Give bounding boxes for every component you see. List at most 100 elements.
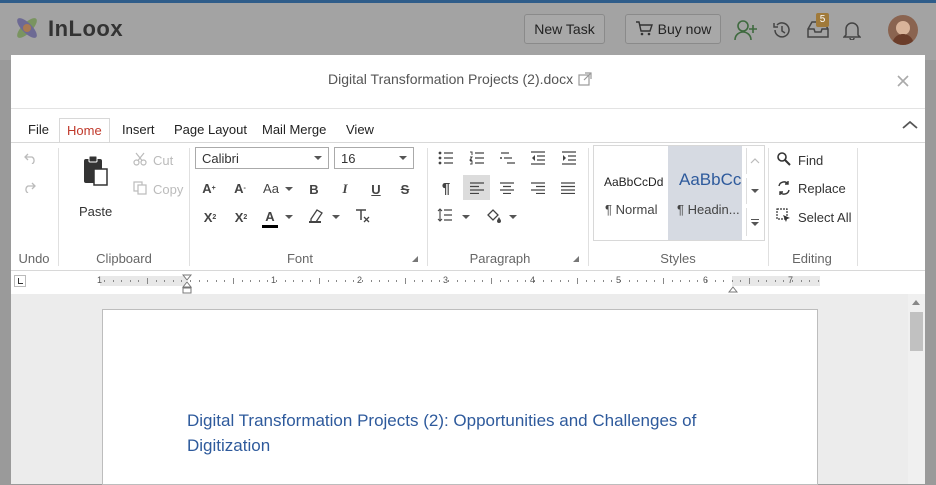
paragraph-dialog-launcher-icon[interactable] (573, 256, 579, 262)
ruler-tick (465, 280, 467, 282)
decrease-indent-icon[interactable] (530, 151, 546, 170)
cut-icon[interactable] (133, 152, 147, 171)
tab-mail-merge[interactable]: Mail Merge (256, 118, 332, 142)
collapse-ribbon-icon[interactable] (901, 118, 919, 136)
line-spacing-icon[interactable] (437, 208, 453, 227)
underline-icon[interactable]: U (369, 181, 383, 197)
tab-insert[interactable]: Insert (116, 118, 161, 142)
chevron-down-icon[interactable] (509, 215, 517, 219)
document-page[interactable] (102, 309, 818, 485)
style-normal-preview: AaBbCcDd (604, 175, 664, 189)
tab-page-layout[interactable]: Page Layout (168, 118, 253, 142)
scrollbar-thumb[interactable] (910, 312, 923, 351)
styles-more[interactable] (746, 208, 763, 236)
pilcrow-icon[interactable]: ¶ (438, 180, 454, 197)
style-heading-name: ¶ Headin... (677, 202, 740, 217)
cut-label[interactable]: Cut (153, 153, 173, 168)
select-all-icon[interactable] (776, 208, 792, 229)
buy-now-label: Buy now (657, 21, 712, 37)
new-task-button[interactable]: New Task (524, 14, 605, 44)
replace-icon[interactable] (776, 180, 792, 201)
highlight-icon[interactable] (308, 208, 326, 229)
open-external-icon[interactable] (577, 71, 593, 92)
group-separator (189, 148, 190, 266)
ruler-tick (362, 280, 363, 282)
tab-file[interactable]: File (22, 118, 55, 142)
chevron-down-icon[interactable] (285, 215, 293, 219)
justify-icon[interactable] (561, 181, 575, 199)
history-icon[interactable] (772, 20, 792, 45)
scroll-up-arrow-icon[interactable] (912, 300, 920, 305)
grow-font-icon[interactable]: A + (200, 180, 218, 196)
group-separator (588, 148, 589, 266)
change-case-icon[interactable]: Aa (261, 180, 281, 196)
ruler-tick (396, 280, 398, 282)
bell-icon[interactable] (842, 20, 862, 45)
ruler-tick (542, 280, 544, 282)
styles-scroll-up[interactable] (746, 148, 763, 174)
italic-icon[interactable]: I (338, 181, 352, 197)
ruler-tick (233, 278, 234, 284)
ruler-tick (800, 280, 802, 282)
ruler-tick (276, 280, 277, 282)
buy-now-button[interactable]: Buy now (625, 14, 721, 44)
close-icon[interactable] (896, 74, 910, 93)
add-user-icon[interactable] (734, 19, 758, 46)
ruler-tick (344, 280, 346, 282)
ruler-tick (155, 280, 157, 282)
strikethrough-icon[interactable]: S (398, 181, 412, 197)
subscript-icon[interactable]: X2 (232, 209, 250, 225)
font-dialog-launcher-icon[interactable] (412, 256, 418, 262)
ruler-tick (284, 280, 286, 282)
copy-label[interactable]: Copy (153, 182, 183, 197)
paste-label[interactable]: Paste (79, 204, 112, 219)
tab-home[interactable]: Home (59, 118, 110, 143)
ruler-number: 4 (530, 275, 536, 285)
font-size-select[interactable]: 16 (334, 147, 414, 169)
select-all-button[interactable]: Select All (798, 210, 851, 225)
font-size-value: 16 (341, 150, 356, 166)
style-normal[interactable]: AaBbCcDd ¶ Normal (594, 146, 668, 240)
ruler-tick (250, 280, 252, 282)
styles-scroll-down[interactable] (746, 178, 763, 204)
ruler-tick (121, 280, 123, 282)
find-icon[interactable] (776, 151, 792, 172)
replace-button[interactable]: Replace (798, 181, 846, 196)
ruler-tick (172, 280, 174, 282)
chevron-down-icon[interactable] (285, 187, 293, 191)
undo-icon[interactable] (23, 151, 37, 169)
shading-icon[interactable] (486, 208, 504, 229)
find-button[interactable]: Find (798, 153, 823, 168)
ruler-tick (559, 280, 561, 282)
font-group-label: Font (286, 251, 313, 266)
copy-icon[interactable] (133, 181, 147, 200)
increase-indent-icon[interactable] (561, 151, 577, 170)
chevron-down-icon[interactable] (462, 215, 470, 219)
app-header (0, 0, 936, 60)
paste-icon[interactable] (82, 155, 110, 192)
shrink-font-icon[interactable]: A- (231, 180, 249, 196)
align-right-icon[interactable] (531, 181, 545, 199)
ruler-tick (215, 280, 217, 282)
ruler-tick (508, 280, 510, 282)
editing-group-label: Editing (792, 251, 832, 266)
clear-format-icon[interactable] (354, 208, 372, 229)
align-center-icon[interactable] (500, 181, 514, 199)
bold-icon[interactable]: B (307, 181, 321, 197)
multilevel-list-icon[interactable] (500, 151, 516, 170)
style-heading[interactable]: AaBbCc ¶ Headin... (668, 146, 742, 240)
chevron-down-icon[interactable] (332, 215, 340, 219)
redo-icon[interactable] (23, 180, 37, 198)
ruler-tick (147, 278, 148, 284)
superscript-icon[interactable]: X2 (201, 209, 219, 225)
document-heading[interactable]: Digital Transformation Projects (2): Opp… (187, 408, 732, 458)
user-avatar[interactable] (888, 15, 918, 45)
brand-name: InLoox (48, 16, 124, 41)
tab-view[interactable]: View (340, 118, 380, 142)
bullet-list-icon[interactable] (438, 151, 454, 170)
numbered-list-icon[interactable] (469, 151, 485, 170)
font-color-icon[interactable]: A (262, 207, 278, 228)
ruler-tick (637, 280, 639, 282)
font-family-select[interactable]: Calibri (195, 147, 329, 169)
tab-stop-selector[interactable] (14, 275, 26, 287)
